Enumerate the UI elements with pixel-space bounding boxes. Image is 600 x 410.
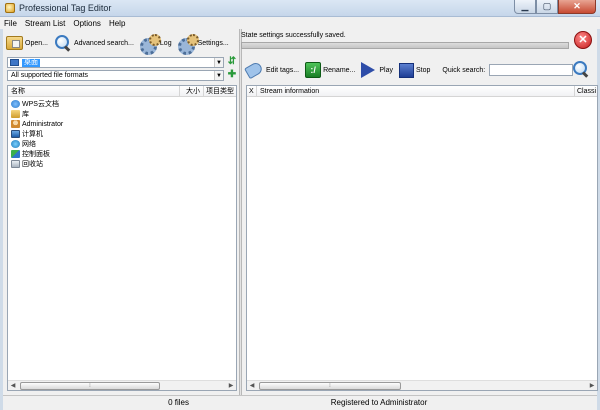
list-item[interactable]: 回收站 bbox=[8, 159, 236, 169]
network-icon bbox=[11, 140, 20, 148]
list-item[interactable]: 计算机 bbox=[8, 129, 236, 139]
play-icon bbox=[361, 62, 376, 78]
list-item-label: 控制面板 bbox=[22, 151, 50, 158]
advanced-search-label: Advanced search... bbox=[73, 39, 134, 47]
log-button[interactable]: Log bbox=[139, 32, 172, 55]
scroll-left-arrow-icon[interactable]: ◀ bbox=[247, 381, 257, 391]
column-item-type[interactable]: 项目类型 bbox=[204, 86, 236, 96]
computer-icon bbox=[11, 130, 20, 138]
play-button[interactable]: Play bbox=[361, 59, 393, 81]
progress-bar bbox=[241, 42, 569, 49]
main-frame: Open... Advanced search... Log Settings.… bbox=[0, 29, 600, 410]
desktop-icon bbox=[10, 59, 19, 66]
scroll-right-arrow-icon[interactable]: ▶ bbox=[226, 381, 236, 391]
filter-dropdown-arrow-icon[interactable]: ▼ bbox=[214, 71, 223, 80]
stop-label: Stop bbox=[416, 66, 431, 74]
log-gears-icon bbox=[139, 34, 161, 55]
quick-search-label: Quick search: bbox=[442, 66, 486, 74]
file-filter-combobox[interactable]: All supported file formats ▼ bbox=[7, 70, 224, 81]
folder-open-icon bbox=[6, 36, 23, 50]
maximize-button[interactable]: ▢ bbox=[536, 0, 558, 14]
user-icon bbox=[11, 120, 20, 128]
column-name[interactable]: 名称 bbox=[8, 86, 180, 96]
file-browser-list[interactable]: 名称 大小 项目类型 WPS云文档 库 Administrator 计算机 网络… bbox=[7, 85, 237, 391]
window-controls: ▁ ▢ ✕ bbox=[514, 0, 596, 15]
cancel-operation-icon[interactable]: ✕ bbox=[574, 31, 592, 49]
window-title: Professional Tag Editor bbox=[19, 3, 112, 13]
menu-help[interactable]: Help bbox=[109, 19, 125, 28]
open-button[interactable]: Open... bbox=[6, 32, 48, 54]
control-panel-icon bbox=[11, 150, 20, 158]
path-value: 桌面 bbox=[22, 58, 40, 67]
file-count: 0 files bbox=[168, 397, 189, 407]
list-item[interactable]: WPS云文档 bbox=[8, 99, 236, 109]
list-item-label: 网络 bbox=[22, 141, 36, 148]
advanced-search-button[interactable]: Advanced search... bbox=[54, 32, 134, 54]
refresh-icon[interactable]: ⇵ bbox=[227, 57, 237, 67]
scroll-right-arrow-icon[interactable]: ▶ bbox=[587, 381, 597, 391]
list-item[interactable]: 网络 bbox=[8, 139, 236, 149]
log-label: Log bbox=[159, 39, 172, 47]
list-item-label: Administrator bbox=[22, 120, 64, 128]
list-item-label: 库 bbox=[22, 111, 29, 118]
stop-button[interactable]: Stop bbox=[399, 59, 430, 81]
registration-text: Registered to Administrator bbox=[330, 397, 428, 407]
path-dropdown-arrow-icon[interactable]: ▼ bbox=[214, 58, 223, 67]
filter-value: All supported file formats bbox=[11, 72, 89, 79]
menu-options[interactable]: Options bbox=[73, 19, 101, 28]
stream-list-header: X Stream information Classi bbox=[247, 86, 597, 97]
status-message: State settings successfully saved. bbox=[241, 32, 346, 39]
stop-icon bbox=[399, 62, 414, 78]
list-item-label: 回收站 bbox=[22, 161, 43, 168]
rename-button[interactable]: :/ Rename... bbox=[305, 59, 355, 81]
menu-bar: File Stream List Options Help bbox=[0, 17, 600, 29]
tag-icon bbox=[244, 60, 264, 80]
path-combobox[interactable]: 桌面 ▼ bbox=[7, 57, 224, 68]
edit-tags-label: Edit tags... bbox=[266, 66, 300, 74]
play-label: Play bbox=[379, 66, 393, 74]
title-bar: Professional Tag Editor ▁ ▢ ✕ bbox=[0, 0, 600, 17]
settings-gears-icon bbox=[177, 34, 199, 55]
rename-icon: :/ bbox=[305, 62, 322, 78]
app-icon bbox=[5, 3, 15, 13]
menu-stream-list[interactable]: Stream List bbox=[25, 19, 65, 28]
add-files-icon[interactable]: ✚ bbox=[227, 70, 237, 80]
column-stream-information[interactable]: Stream information bbox=[257, 86, 575, 96]
magnifier-icon bbox=[54, 34, 72, 52]
edit-tags-button[interactable]: Edit tags... bbox=[244, 59, 300, 81]
right-toolbar: Edit tags... :/ Rename... Play Stop Quic… bbox=[244, 59, 596, 81]
pane-splitter[interactable] bbox=[239, 29, 242, 395]
minimize-button[interactable]: ▁ bbox=[514, 0, 536, 14]
left-toolbar: Open... Advanced search... Log Settings.… bbox=[6, 31, 240, 55]
list-item-label: 计算机 bbox=[22, 131, 43, 138]
library-icon bbox=[11, 110, 20, 118]
recycle-bin-icon bbox=[11, 160, 20, 168]
stream-list[interactable]: X Stream information Classi ◀ ⁞ ▶ bbox=[246, 85, 598, 391]
rename-label: Rename... bbox=[323, 66, 356, 74]
scroll-left-arrow-icon[interactable]: ◀ bbox=[8, 381, 18, 391]
scroll-thumb[interactable]: ⁞ bbox=[259, 382, 401, 390]
list-item[interactable]: 库 bbox=[8, 109, 236, 119]
status-bar: 0 files Registered to Administrator bbox=[3, 395, 597, 408]
column-size[interactable]: 大小 bbox=[180, 86, 204, 96]
open-label: Open... bbox=[25, 39, 48, 47]
settings-label: Settings... bbox=[197, 39, 229, 47]
folder-tree: WPS云文档 库 Administrator 计算机 网络 控制面板 回收站 bbox=[8, 97, 236, 169]
close-button[interactable]: ✕ bbox=[558, 0, 596, 14]
left-horizontal-scrollbar[interactable]: ◀ ⁞ ▶ bbox=[8, 380, 236, 390]
quick-search-input[interactable] bbox=[489, 64, 574, 76]
file-list-header: 名称 大小 项目类型 bbox=[8, 86, 236, 97]
scroll-thumb[interactable]: ⁞ bbox=[20, 382, 160, 390]
quick-search-magnifier-icon[interactable] bbox=[572, 60, 590, 78]
right-horizontal-scrollbar[interactable]: ◀ ⁞ ▶ bbox=[247, 380, 597, 390]
list-item[interactable]: Administrator bbox=[8, 119, 236, 129]
list-item-label: WPS云文档 bbox=[22, 101, 59, 108]
menu-file[interactable]: File bbox=[4, 19, 17, 28]
column-classification[interactable]: Classi bbox=[575, 86, 597, 96]
cloud-icon bbox=[11, 100, 20, 108]
settings-button[interactable]: Settings... bbox=[177, 32, 229, 55]
column-x[interactable]: X bbox=[247, 86, 257, 96]
list-item[interactable]: 控制面板 bbox=[8, 149, 236, 159]
